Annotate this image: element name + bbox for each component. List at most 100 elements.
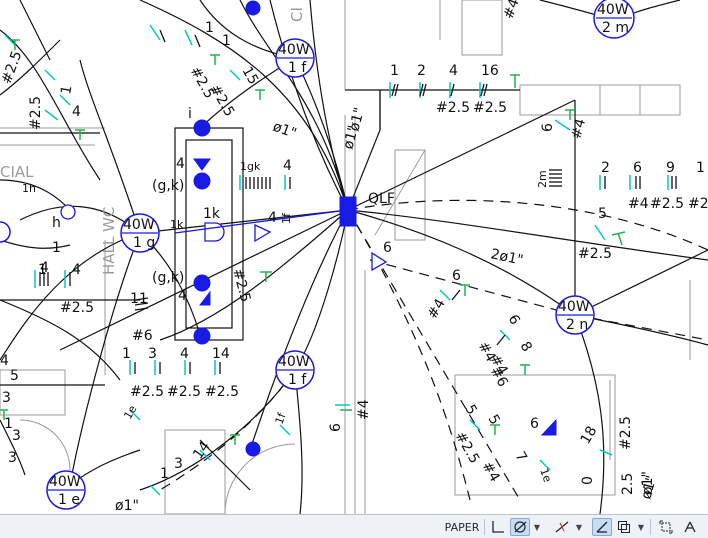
circuit-right-3: 9 (666, 160, 675, 176)
misc-label-32: 1 (160, 466, 169, 482)
misc-label-6: #2.5 (578, 246, 612, 262)
status-separator (650, 519, 651, 535)
wire-bottom-3: #2.5 (205, 384, 239, 400)
circuit-top-3: 4 (449, 63, 458, 79)
misc-label-12: 8 (517, 339, 535, 355)
misc-label-41: 1 (58, 84, 75, 96)
annotation-scale-icon[interactable] (680, 518, 700, 536)
misc-label-21: #2.5 (618, 416, 634, 450)
chevron-down-icon[interactable]: ▼ (574, 518, 584, 536)
circuit-bottom-4: 14 (212, 346, 230, 362)
misc-label-22: 0 (580, 476, 596, 485)
switch-label-4b: 4 (178, 288, 187, 304)
room-label-partial: CIAL (0, 163, 34, 181)
lamp-sub-right: 2 n (566, 317, 588, 333)
misc-label-9: 6 (505, 312, 523, 328)
switch-label-1f: 1f (280, 212, 293, 224)
misc-label-35: #2.5 (60, 300, 94, 316)
misc-label-47: 15 (239, 64, 262, 87)
misc-label-0: #4 (501, 0, 523, 21)
circuit-top-4: 16 (481, 63, 499, 79)
misc-label-3: 6 (383, 240, 392, 256)
chevron-down-icon[interactable]: ▼ (532, 518, 542, 536)
switch-label-i: i (188, 106, 192, 122)
lamp-sub-bottom: 1 e (58, 492, 80, 508)
switch-label-1k: 1k (203, 206, 221, 222)
wire-right-3: #2.5 (688, 196, 708, 212)
switch-label-gk-2: (g,k) (152, 270, 184, 286)
misc-label-40: #2.5 (28, 96, 44, 130)
panel-label: QLF (368, 191, 395, 207)
switch-label-4d: 4 (268, 210, 277, 226)
misc-label-39: 4 (72, 104, 81, 120)
misc-label-51: 3 (2, 390, 11, 406)
misc-label-49: 1 (222, 33, 231, 49)
status-bar: PAPER ▼ ▼ ▼ (0, 514, 708, 538)
wire-right-2: #2.5 (650, 196, 684, 212)
selection-cycling-icon[interactable] (656, 518, 676, 536)
cad-drawing-area[interactable]: 40W 2 m 40W 1 f 40W 1 g 40W 2 n 40W 1 f … (0, 0, 708, 515)
misc-label-13: 5 (462, 402, 480, 418)
circuit-bottom-3: 4 (180, 346, 189, 362)
lamp-label-top-right: 40W (597, 2, 629, 18)
paper-space-button[interactable]: PAPER (442, 518, 482, 536)
conduit-label-4: ø1" (115, 498, 139, 514)
misc-label-43: #2.5 (0, 49, 25, 86)
misc-label-37: 4 (72, 262, 81, 278)
lamp-label-bottom: 40W (49, 474, 81, 490)
status-separator (484, 519, 485, 535)
grid-mode-icon[interactable] (488, 518, 508, 536)
misc-label-58: ø1" (346, 106, 368, 133)
misc-label-44: 1h (22, 182, 36, 195)
misc-label-25: 11 (130, 291, 148, 307)
misc-label-1: 6 (540, 123, 556, 132)
misc-label-53: 3 (12, 428, 21, 444)
lamp-sub-top-right: 2 m (602, 20, 629, 36)
misc-label-19: 6 (530, 416, 539, 432)
misc-label-23: 2.5 (620, 473, 636, 495)
chevron-down-icon[interactable]: ▼ (636, 518, 646, 536)
lamp-label-right: 40W (558, 299, 590, 315)
object-snap-icon[interactable] (552, 518, 572, 536)
switch-label-4c: 4 (283, 158, 292, 174)
circuit-right-1: 2 (601, 160, 610, 176)
room-label-hall: HALL WC (100, 207, 118, 275)
misc-label-18: 1e (537, 467, 554, 485)
misc-label-17: 7 (512, 449, 530, 465)
misc-label-45: 1 (205, 20, 214, 36)
lamp-label-top: 40W (278, 42, 310, 58)
floor-plan-svg: 40W 2 m 40W 1 f 40W 1 g 40W 2 n 40W 1 f … (0, 0, 708, 515)
switch-label-4a: 4 (176, 156, 185, 172)
switch-label-1gk: 1gk (240, 160, 261, 173)
misc-label-54: 5 (10, 368, 19, 384)
polar-tracking-icon[interactable] (510, 518, 530, 536)
circuit-top-2: 2 (417, 63, 426, 79)
switch-label-gk-1: (g,k) (152, 178, 184, 194)
misc-label-38: 1 (52, 240, 61, 256)
misc-label-20: 18 (578, 424, 601, 447)
misc-label-7: 6 (452, 268, 461, 284)
conduit-label-1: ø1" (271, 119, 299, 142)
circuit-bottom-2: 3 (148, 346, 157, 362)
misc-label-2: #4 (568, 117, 589, 141)
misc-label-27: #2.5 (229, 267, 253, 304)
misc-label-4: #4 (425, 296, 449, 322)
misc-label-50: 4 (0, 353, 9, 369)
lineweight-icon[interactable] (592, 518, 612, 536)
lamp-dividers (48, 17, 632, 491)
switch-label-h: h (52, 215, 61, 231)
misc-label-26: #6 (132, 328, 153, 344)
misc-label-55: 3 (8, 450, 17, 466)
wire-bottom-1: #2.5 (130, 384, 164, 400)
dashed-wires (159, 199, 708, 501)
circuit-bottom-1: 1 (122, 346, 131, 362)
misc-label-16: #4 (479, 459, 503, 485)
lamp-label-hall: 40W (123, 217, 155, 233)
wire-right-1: #4 (628, 196, 649, 212)
transparency-icon[interactable] (614, 518, 634, 536)
misc-label-56: 2m (536, 170, 549, 188)
circuit-right-4: 1 (696, 160, 705, 176)
lamp-label-center: 40W (278, 354, 310, 370)
misc-label-42: 4 (40, 260, 49, 276)
circuit-right-2: 6 (633, 160, 642, 176)
